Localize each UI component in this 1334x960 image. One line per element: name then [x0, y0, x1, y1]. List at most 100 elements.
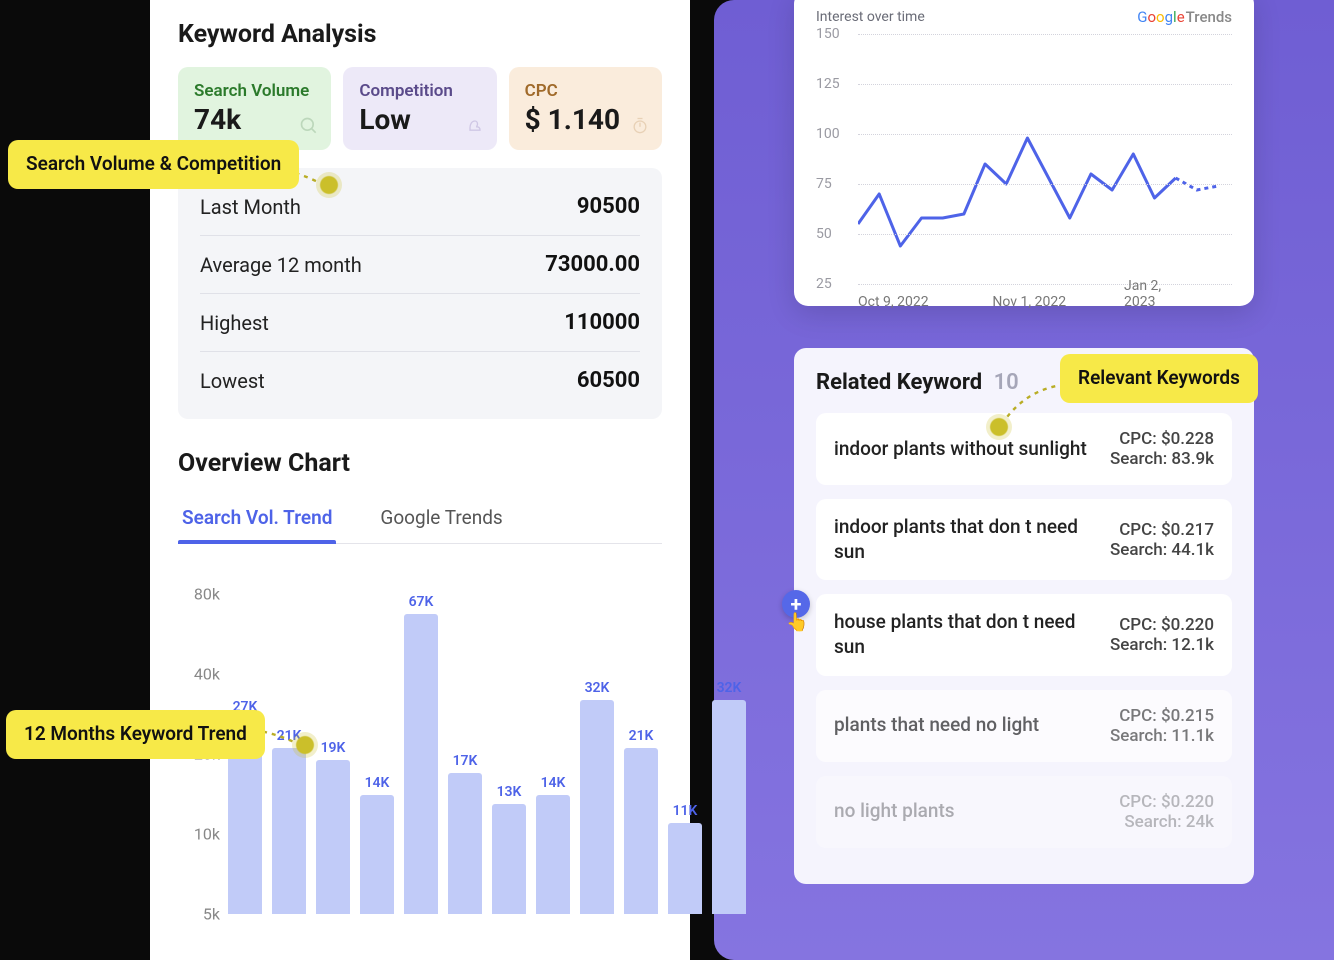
bar-chart-bars: 27K21K19K14K67K17K13K14K32K21K11K32K — [228, 594, 662, 914]
trends-ytick: 100 — [816, 126, 840, 142]
search-icon — [299, 116, 319, 140]
trends-line-chart: 150125100755025Oct 9, 2022Nov 1, 2022Jan… — [816, 34, 1232, 284]
bar-value-label: 21K — [629, 728, 654, 744]
bar-ytick: 5k — [203, 905, 220, 924]
trends-ytick: 150 — [816, 26, 840, 42]
metric-value: $ 1.140 — [525, 103, 646, 136]
trends-ytick: 25 — [816, 276, 832, 292]
bar-column: 32K — [712, 680, 746, 914]
keyword-text: plants that need no light — [834, 713, 1096, 738]
stat-label: Last Month — [200, 195, 301, 219]
bar-column: 19K — [316, 740, 350, 914]
bar-column: 67K — [404, 594, 438, 914]
stat-value: 73000.00 — [545, 252, 640, 277]
keyword-text: indoor plants without sunlight — [834, 437, 1096, 462]
bar — [316, 760, 350, 914]
keyword-meta: CPC: $0.228Search: 83.9k — [1110, 429, 1214, 469]
metrics-row: Search Volume 74k Competition Low CPC $ … — [178, 67, 662, 150]
annotation-dot — [986, 414, 1012, 440]
related-keyword-count: 10 — [994, 370, 1019, 395]
metric-card-search-volume[interactable]: Search Volume 74k — [178, 67, 331, 150]
metric-card-cpc[interactable]: CPC $ 1.140 — [509, 67, 662, 150]
trends-xtick: Jan 2, 2023 — [1124, 278, 1178, 310]
bar-column: 21K — [624, 728, 658, 914]
keyword-meta: CPC: $0.217Search: 44.1k — [1110, 520, 1214, 560]
annotation-dot — [316, 172, 342, 198]
keyword-search: Search: 44.1k — [1110, 540, 1214, 560]
keyword-list: indoor plants without sunlight CPC: $0.22… — [816, 413, 1232, 848]
keyword-cpc: CPC: $0.228 — [1110, 429, 1214, 449]
keyword-card[interactable]: plants that need no light CPC: $0.215Sear… — [816, 690, 1232, 762]
stat-value: 90500 — [577, 194, 640, 219]
keyword-card[interactable]: indoor plants without sunlight CPC: $0.22… — [816, 413, 1232, 485]
bar-value-label: 17K — [453, 753, 478, 769]
keyword-card[interactable]: no light plantsCPC: $0.220Search: 24k — [816, 776, 1232, 848]
stat-row-highest: Highest 110000 — [200, 294, 640, 352]
callout-12-months-trend: 12 Months Keyword Trend — [6, 710, 265, 759]
trends-gridline — [858, 84, 1232, 85]
stat-value: 110000 — [564, 310, 640, 335]
bar-column: 14K — [360, 775, 394, 914]
bar-column: 11K — [668, 803, 702, 914]
google-trends-card: Interest over time GoogleTrends 15012510… — [794, 0, 1254, 306]
keyword-text: house plants that don t need sun — [834, 610, 1096, 659]
keyword-text: no light plants — [834, 799, 1105, 824]
bar-value-label: 13K — [497, 784, 522, 800]
keyword-search: Search: 24k — [1119, 812, 1214, 832]
chart-tabs: Search Vol. Trend Google Trends — [178, 496, 662, 544]
callout-search-volume: Search Volume & Competition — [8, 140, 299, 189]
stat-row-avg-12m: Average 12 month 73000.00 — [200, 236, 640, 294]
trends-gridline — [858, 134, 1232, 135]
bar-column: 13K — [492, 784, 526, 914]
bar-value-label: 67K — [409, 594, 434, 610]
keyword-cpc: CPC: $0.215 — [1110, 706, 1214, 726]
bar — [360, 795, 394, 914]
trends-xtick: Oct 9, 2022 — [858, 294, 929, 310]
keyword-analysis-title: Keyword Analysis — [178, 20, 662, 49]
add-keyword-button[interactable]: + — [782, 590, 810, 618]
keyword-search: Search: 12.1k — [1110, 635, 1214, 655]
metric-label: CPC — [525, 81, 646, 101]
metric-card-competition[interactable]: Competition Low — [343, 67, 496, 150]
keyword-text: indoor plants that don t need sun — [834, 515, 1096, 564]
stat-row-lowest: Lowest 60500 — [200, 352, 640, 409]
stat-label: Highest — [200, 311, 269, 335]
bar — [536, 795, 570, 914]
trends-title: Interest over time — [816, 9, 925, 25]
bar-value-label: 32K — [717, 680, 742, 696]
bar-ytick: 80k — [194, 585, 220, 604]
trends-header: Interest over time GoogleTrends — [816, 8, 1232, 26]
trends-xtick: Nov 1, 2022 — [992, 294, 1066, 310]
tab-search-vol-trend[interactable]: Search Vol. Trend — [178, 496, 336, 543]
bar-value-label: 14K — [541, 775, 566, 791]
google-trends-logo: GoogleTrends — [1137, 8, 1232, 26]
muscle-icon — [465, 116, 485, 140]
overview-chart-title: Overview Chart — [178, 449, 662, 478]
metric-value: 74k — [194, 103, 315, 136]
keyword-meta: CPC: $0.215Search: 11.1k — [1110, 706, 1214, 746]
trends-line — [858, 138, 1176, 246]
bar — [492, 804, 526, 914]
annotation-dot — [292, 732, 318, 758]
bar-column: 17K — [448, 753, 482, 914]
bar-ytick: 10k — [194, 825, 220, 844]
trends-gridline — [858, 234, 1232, 235]
metric-label: Search Volume — [194, 81, 315, 101]
keyword-card[interactable]: house plants that don t need sun CPC: $0.… — [816, 594, 1232, 675]
bar — [404, 614, 438, 914]
tab-google-trends[interactable]: Google Trends — [376, 496, 506, 543]
bar-value-label: 11K — [673, 803, 698, 819]
metric-label: Competition — [359, 81, 480, 101]
timer-icon — [630, 116, 650, 140]
callout-relevant-keywords: Relevant Keywords — [1060, 354, 1258, 403]
bar-value-label: 14K — [365, 775, 390, 791]
stat-label: Average 12 month — [200, 253, 362, 277]
trends-gridline — [858, 34, 1232, 35]
bar — [448, 773, 482, 914]
metric-value: Low — [359, 103, 480, 136]
related-keyword-title: Related Keyword — [816, 370, 982, 395]
bar — [272, 748, 306, 914]
related-keyword-panel: Related Keyword 10 indoor plants without… — [794, 348, 1254, 884]
keyword-card[interactable]: indoor plants that don t need sun CPC: $0… — [816, 499, 1232, 580]
keyword-meta: CPC: $0.220Search: 12.1k — [1110, 615, 1214, 655]
